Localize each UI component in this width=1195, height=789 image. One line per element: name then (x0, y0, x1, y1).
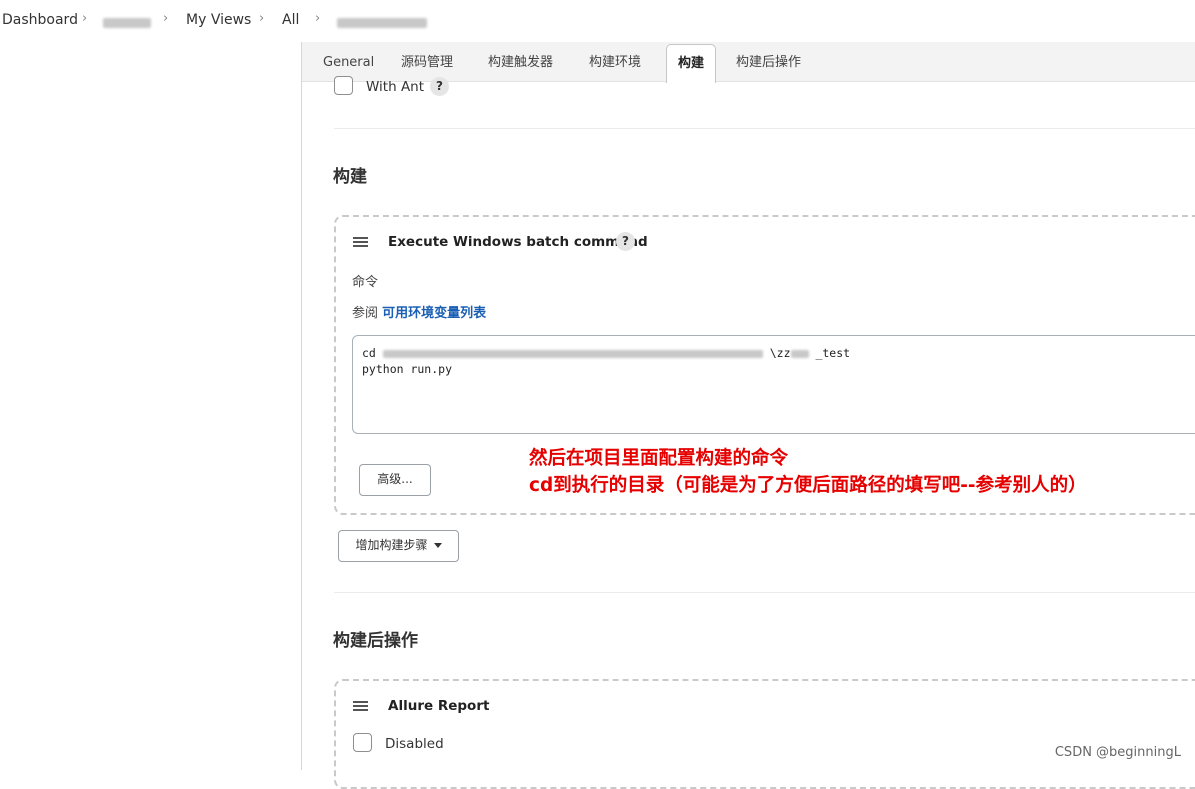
see-prefix: 参阅 (352, 306, 379, 321)
chevron-right-icon: › (82, 11, 88, 26)
caret-down-icon (433, 543, 442, 548)
config-tab-bar: General 源码管理 构建触发器 构建环境 构建 构建后操作 (302, 42, 1195, 83)
command-label: 命令 (352, 275, 379, 290)
build-section-title: 构建 (333, 167, 367, 187)
drag-handle-icon[interactable] (353, 701, 368, 711)
breadcrumb-my-views[interactable]: My Views (186, 12, 251, 28)
watermark: CSDN @beginningL (1054, 745, 1181, 760)
post-build-step-panel (334, 679, 1195, 789)
tab-build[interactable]: 构建 (666, 44, 717, 83)
breadcrumb-dashboard[interactable]: Dashboard (2, 12, 78, 28)
advanced-button[interactable]: 高级... (359, 464, 431, 496)
add-build-step-button[interactable]: 增加构建步骤 (338, 530, 459, 562)
env-vars-link[interactable]: 可用环境变量列表 (382, 306, 486, 321)
chevron-right-icon: › (259, 11, 265, 26)
command-line-2: python run.py (362, 362, 453, 376)
annotation-text: 然后在项目里面配置构建的命令 cd到执行的目录（可能是为了方便后面路径的填写吧-… (529, 448, 1087, 496)
divider (334, 592, 1195, 593)
sidebar (0, 42, 302, 770)
command-line-1: cd \zz _test (362, 346, 851, 360)
tab-build-environment[interactable]: 构建环境 (589, 42, 641, 81)
with-ant-label: With Ant (366, 79, 425, 95)
help-icon[interactable]: ? (616, 232, 635, 251)
env-vars-hint: 参阅 可用环境变量列表 (352, 302, 486, 321)
allure-report-title: Allure Report (388, 698, 490, 714)
breadcrumb-redacted-job[interactable] (337, 15, 427, 31)
post-build-section-title: 构建后操作 (333, 631, 418, 651)
chevron-right-icon: › (163, 11, 169, 26)
breadcrumb: Dashboard › › My Views › All › (0, 0, 1195, 42)
tab-post-build[interactable]: 构建后操作 (736, 42, 801, 81)
drag-handle-icon[interactable] (353, 237, 368, 247)
disabled-checkbox[interactable] (353, 733, 372, 752)
help-icon[interactable]: ? (430, 77, 449, 96)
breadcrumb-all[interactable]: All (282, 12, 299, 28)
with-ant-checkbox[interactable] (334, 76, 353, 95)
divider (334, 128, 1195, 129)
redacted-path (382, 349, 763, 358)
disabled-label: Disabled (385, 736, 444, 752)
breadcrumb-redacted-folder[interactable] (103, 15, 151, 31)
tab-build-triggers[interactable]: 构建触发器 (488, 42, 553, 81)
chevron-right-icon: › (315, 11, 321, 26)
tab-source-code[interactable]: 源码管理 (401, 42, 453, 81)
command-textarea[interactable]: cd \zz _test python run.py (352, 335, 1195, 434)
build-step-title: Execute Windows batch command (388, 234, 648, 250)
